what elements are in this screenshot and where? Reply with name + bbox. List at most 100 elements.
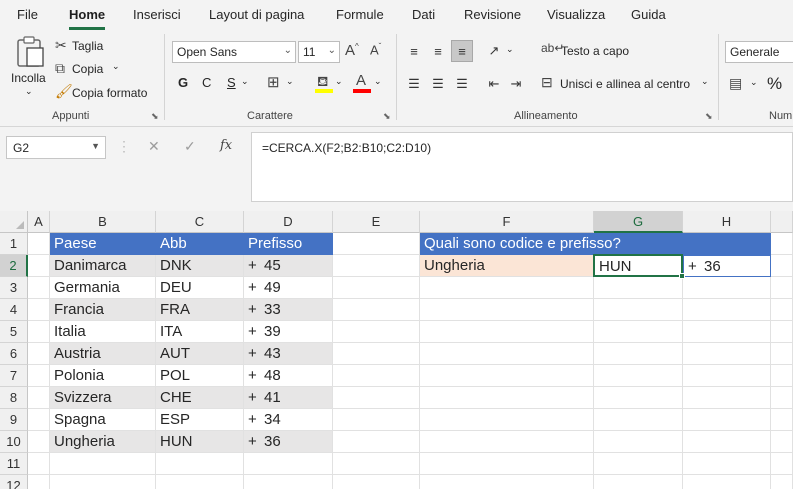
table-cell-paese[interactable]: Svizzera xyxy=(50,387,156,409)
table-cell-paese[interactable]: Polonia xyxy=(50,365,156,387)
cell[interactable] xyxy=(594,321,683,343)
tab-file[interactable]: File xyxy=(17,7,38,22)
cell[interactable] xyxy=(771,299,793,321)
cell[interactable] xyxy=(594,387,683,409)
orientation-icon[interactable]: ↗ xyxy=(483,40,505,62)
alignment-launcher-icon[interactable]: ⬊ xyxy=(705,111,713,122)
table-cell-abb[interactable]: AUT xyxy=(156,343,244,365)
table-cell-abb[interactable]: HUN xyxy=(156,431,244,453)
cell[interactable] xyxy=(594,453,683,475)
cell[interactable] xyxy=(333,409,420,431)
table-cell-paese[interactable]: Germania xyxy=(50,277,156,299)
column-header-d[interactable]: D xyxy=(244,211,333,233)
cell[interactable] xyxy=(244,475,333,489)
table-cell-prefisso[interactable]: +36 xyxy=(244,431,333,453)
increase-indent-icon[interactable]: ⇥ xyxy=(505,73,527,95)
align-bottom-icon[interactable]: ≡ xyxy=(451,40,473,62)
tab-view[interactable]: Visualizza xyxy=(547,7,605,22)
cell[interactable] xyxy=(771,255,793,277)
cell[interactable] xyxy=(594,475,683,489)
tab-formulas[interactable]: Formule xyxy=(336,7,384,22)
cell[interactable] xyxy=(594,277,683,299)
row-header-11[interactable]: 11 xyxy=(0,453,28,475)
orientation-dropdown-icon[interactable]: ⌄ xyxy=(506,44,514,55)
row-header-1[interactable]: 1 xyxy=(0,233,28,255)
cell[interactable] xyxy=(28,299,50,321)
cell[interactable] xyxy=(420,277,594,299)
table-cell-prefisso[interactable]: +39 xyxy=(244,321,333,343)
formula-input[interactable]: =CERCA.X(F2;B2:B10;C2:D10) xyxy=(251,132,793,202)
cell[interactable] xyxy=(683,321,771,343)
tab-home[interactable]: Home xyxy=(69,7,105,22)
cell[interactable] xyxy=(28,453,50,475)
fill-handle[interactable] xyxy=(679,273,685,279)
cell[interactable] xyxy=(28,277,50,299)
cell[interactable] xyxy=(50,475,156,489)
cell[interactable] xyxy=(333,255,420,277)
font-color-dropdown-icon[interactable]: ⌄ xyxy=(374,76,382,87)
cell[interactable] xyxy=(683,431,771,453)
table-cell-paese[interactable]: Austria xyxy=(50,343,156,365)
row-header-10[interactable]: 10 xyxy=(0,431,28,453)
cell[interactable] xyxy=(28,431,50,453)
column-header-next[interactable] xyxy=(771,211,793,233)
underline-button[interactable]: S xyxy=(227,75,236,90)
tab-insert[interactable]: Inserisci xyxy=(133,7,181,22)
cell[interactable] xyxy=(420,299,594,321)
cell[interactable] xyxy=(771,233,793,255)
row-header-4[interactable]: 4 xyxy=(0,299,28,321)
cell[interactable] xyxy=(420,343,594,365)
tab-data[interactable]: Dati xyxy=(412,7,435,22)
cell[interactable] xyxy=(420,387,594,409)
cell[interactable] xyxy=(683,365,771,387)
cell[interactable] xyxy=(333,277,420,299)
cell[interactable] xyxy=(683,409,771,431)
cancel-icon[interactable]: ✕ xyxy=(148,138,160,155)
font-color-button[interactable]: A xyxy=(353,73,373,94)
borders-dropdown-icon[interactable]: ⌄ xyxy=(286,76,294,87)
cell[interactable] xyxy=(333,453,420,475)
percent-style-button[interactable]: % xyxy=(767,74,782,94)
cell[interactable] xyxy=(683,277,771,299)
column-header-h[interactable]: H xyxy=(683,211,771,233)
accounting-format-icon[interactable]: ▤ xyxy=(729,76,742,90)
enter-icon[interactable]: ✓ xyxy=(184,138,196,155)
cell[interactable] xyxy=(771,475,793,489)
cell[interactable] xyxy=(420,475,594,489)
table-cell-abb[interactable]: ESP xyxy=(156,409,244,431)
cell[interactable] xyxy=(28,255,50,277)
insert-function-icon[interactable]: fx xyxy=(220,138,232,153)
cell[interactable] xyxy=(594,365,683,387)
lookup-result-abb[interactable]: HUN xyxy=(594,255,683,277)
column-header-a[interactable]: A xyxy=(28,211,50,233)
row-header-9[interactable]: 9 xyxy=(0,409,28,431)
table-cell-prefisso[interactable]: +41 xyxy=(244,387,333,409)
cell[interactable] xyxy=(771,387,793,409)
table-header-prefisso[interactable]: Prefisso xyxy=(244,233,333,255)
row-header-5[interactable]: 5 xyxy=(0,321,28,343)
table-cell-prefisso[interactable]: +34 xyxy=(244,409,333,431)
cell[interactable] xyxy=(594,299,683,321)
cell[interactable] xyxy=(771,277,793,299)
cell[interactable] xyxy=(420,453,594,475)
row-header-2[interactable]: 2 xyxy=(0,255,28,277)
cell[interactable] xyxy=(771,365,793,387)
cell[interactable] xyxy=(333,387,420,409)
number-format-select[interactable]: Generale xyxy=(725,41,793,63)
cell[interactable] xyxy=(420,431,594,453)
tab-help[interactable]: Guida xyxy=(631,7,666,22)
table-cell-abb[interactable]: CHE xyxy=(156,387,244,409)
accounting-dropdown-icon[interactable]: ⌄ xyxy=(750,77,758,88)
font-name-select[interactable]: Open Sans ⌄ xyxy=(172,41,296,63)
cell[interactable] xyxy=(28,321,50,343)
table-cell-paese[interactable]: Spagna xyxy=(50,409,156,431)
table-cell-prefisso[interactable]: +48 xyxy=(244,365,333,387)
cell[interactable] xyxy=(28,365,50,387)
lookup-result-prefisso[interactable]: +36 xyxy=(683,255,771,277)
table-cell-prefisso[interactable]: +43 xyxy=(244,343,333,365)
cell[interactable] xyxy=(156,453,244,475)
column-header-b[interactable]: B xyxy=(50,211,156,233)
tab-review[interactable]: Revisione xyxy=(464,7,521,22)
cell[interactable] xyxy=(420,321,594,343)
decrease-indent-icon[interactable]: ⇤ xyxy=(483,73,505,95)
